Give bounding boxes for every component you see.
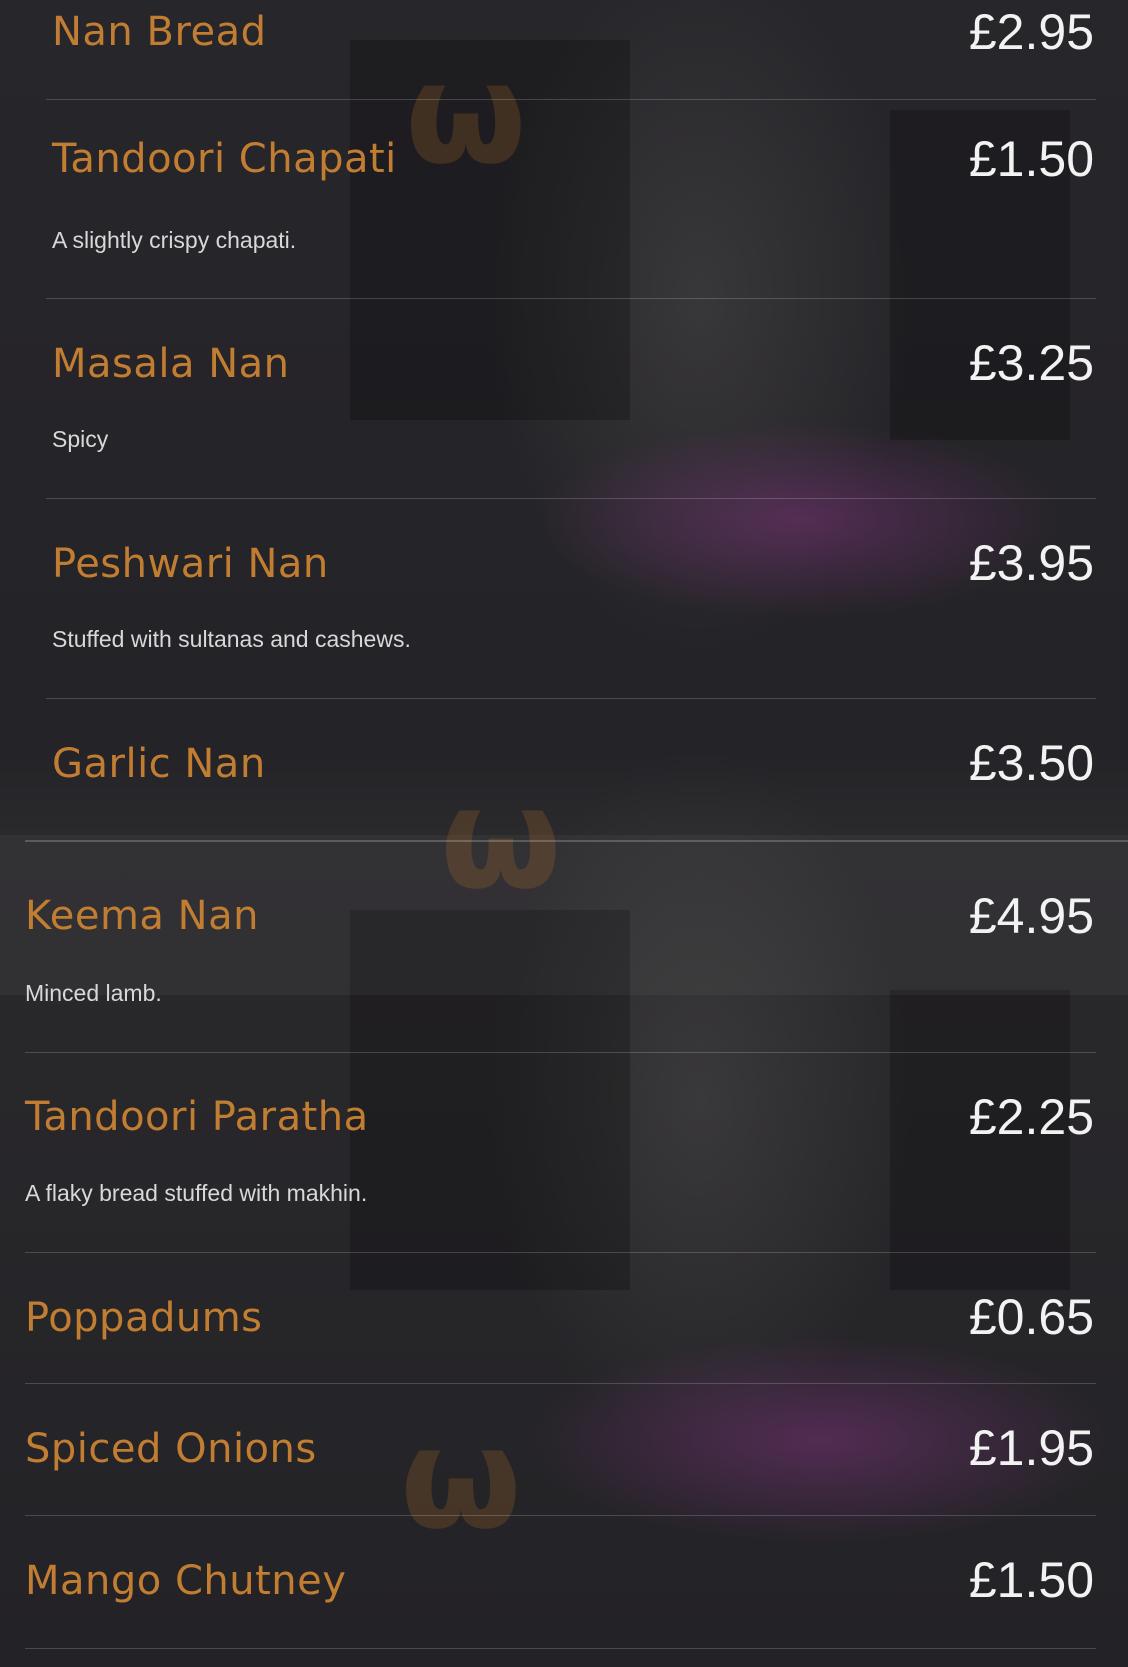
item-price: £1.50 <box>968 1552 1094 1608</box>
item-price: £1.50 <box>968 131 1094 187</box>
item-name: Poppadums <box>25 1295 263 1341</box>
divider <box>46 498 1096 499</box>
item-price: £3.50 <box>968 735 1094 791</box>
item-name: Masala Nan <box>52 341 290 387</box>
divider <box>25 1383 1096 1384</box>
background-shelf <box>350 40 630 420</box>
item-description: A slightly crispy chapati. <box>52 227 297 253</box>
item-name: Tandoori Paratha <box>25 1094 369 1140</box>
divider <box>46 99 1096 100</box>
item-price: £4.95 <box>968 888 1094 944</box>
divider <box>46 698 1096 699</box>
item-name: Peshwari Nan <box>52 541 329 587</box>
item-price: £0.65 <box>968 1289 1094 1345</box>
item-description: Spicy <box>52 426 109 452</box>
item-name: Nan Bread <box>52 9 267 55</box>
divider <box>46 298 1096 299</box>
item-name: Tandoori Chapati <box>52 136 397 182</box>
item-description: Minced lamb. <box>25 980 162 1006</box>
item-price: £3.95 <box>968 535 1094 591</box>
item-description: A flaky bread stuffed with makhin. <box>25 1180 368 1206</box>
item-name: Spiced Onions <box>25 1426 317 1472</box>
item-price: £3.25 <box>968 335 1094 391</box>
item-description: Stuffed with sultanas and cashews. <box>52 626 411 652</box>
divider <box>25 1052 1096 1053</box>
item-price: £2.25 <box>968 1089 1094 1145</box>
item-name: Mango Chutney <box>25 1558 347 1604</box>
divider <box>25 1648 1096 1649</box>
divider <box>25 1252 1096 1253</box>
divider <box>25 1515 1096 1516</box>
item-price: £1.95 <box>968 1420 1094 1476</box>
item-name: Keema Nan <box>25 893 259 939</box>
item-price: £2.95 <box>968 4 1094 60</box>
item-name: Garlic Nan <box>52 741 266 787</box>
section-divider <box>25 840 1128 842</box>
